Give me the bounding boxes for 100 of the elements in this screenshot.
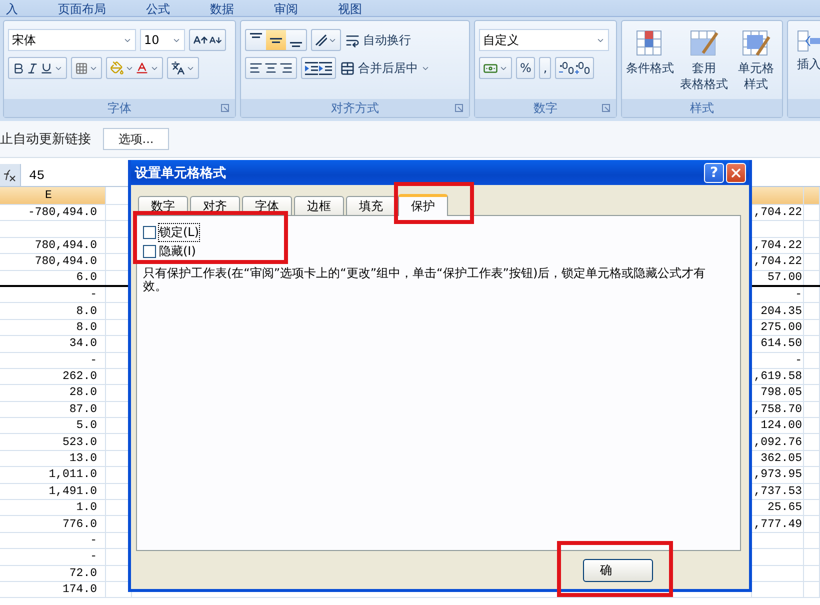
ribbon-tab[interactable]: 公式 [146, 2, 170, 16]
slanted-text-icon [315, 34, 327, 46]
paint-bucket-icon [110, 61, 124, 75]
table-cell: 362.05 [760, 452, 802, 466]
close-icon [729, 166, 743, 180]
style-button[interactable]: 套用 表格格式 [680, 29, 728, 97]
font-color-icon [135, 61, 149, 75]
style-button[interactable]: 单元格 样式 [734, 29, 778, 97]
table-cell: 262.0 [62, 370, 97, 384]
merge-cells-icon [340, 60, 355, 76]
group-label: 数字 [534, 100, 558, 116]
table-cell: 614.50 [760, 337, 802, 350]
phonetic-button[interactable] [167, 57, 199, 79]
table-cell: 34.0 [69, 337, 97, 350]
checkbox-label[interactable]: 锁定(L) [159, 224, 200, 240]
table-cell: 174.0 [62, 583, 97, 596]
align-left-icon [249, 61, 263, 75]
table-cell: 8.0 [76, 304, 97, 318]
dialog-title: 设置单元格格式 [135, 164, 227, 182]
bold-icon [12, 62, 25, 74]
checkbox-label[interactable]: 隐藏(I) [159, 242, 196, 260]
table-cell: 780,494.0 [34, 238, 97, 252]
column-header[interactable]: E [0, 187, 106, 204]
font-size-select[interactable]: 10 [140, 29, 185, 51]
italic-icon [26, 62, 39, 74]
table-cell: ,619.58 [754, 370, 802, 384]
table-cell: 1,011.0 [48, 468, 97, 482]
indent-icon [319, 62, 332, 74]
font-name-select[interactable]: 宋体 [8, 29, 136, 51]
close-button[interactable] [726, 162, 746, 182]
percent-button[interactable]: % [516, 57, 536, 79]
dialog-tab[interactable]: 填充 [346, 196, 396, 215]
ribbon-tab[interactable]: 页面布局 [58, 2, 106, 16]
cell-style-icon [741, 29, 771, 59]
ribbon-tab[interactable]: 入 [6, 2, 18, 16]
table-cell: - [90, 288, 97, 302]
ribbon-tab[interactable]: 审阅 [274, 2, 298, 16]
decimal-icon [575, 62, 590, 74]
table-cell: - [795, 288, 802, 302]
table-cell: 124.00 [760, 419, 802, 432]
align-center-icon [264, 61, 278, 75]
security-message: 止自动更新链接 [0, 131, 91, 148]
table-cell: 275.00 [760, 320, 802, 334]
underline-icon [40, 62, 53, 74]
style-button[interactable]: 条件格式 [626, 29, 674, 97]
ok-button[interactable]: 确 [583, 558, 653, 582]
table-cell: 523.0 [62, 436, 97, 449]
table-cell: ,704.22 [754, 238, 802, 252]
wrap-text-button[interactable]: 自动换行 [345, 29, 411, 51]
group-label: 对齐方式 [331, 100, 379, 116]
vertical-align-button[interactable] [266, 30, 286, 50]
protection-note: 只有保护工作表(在“审阅”选项卡上的“更改”组中，单击“保护工作表”按钮)后，锁定单元格或隐藏公式才有效。 [143, 267, 707, 293]
orientation-button[interactable] [311, 29, 341, 51]
number-format-select[interactable]: 自定义 [479, 29, 609, 51]
table-cell: 204.35 [760, 304, 802, 318]
font-style-buttons[interactable] [8, 57, 67, 79]
table-cell: 6.0 [76, 271, 97, 284]
fx-icon[interactable] [0, 164, 20, 186]
table-cell: ,777.49 [754, 518, 802, 531]
table-cell: - [90, 550, 97, 564]
launcher-icon[interactable] [455, 104, 463, 112]
table-cell: 8.0 [76, 320, 97, 334]
checkbox[interactable] [143, 244, 156, 258]
table-cell: 5.0 [76, 419, 97, 432]
decimal-icon [559, 62, 574, 74]
checkbox[interactable] [143, 226, 156, 238]
launcher-icon[interactable] [602, 104, 610, 112]
table-cell: -780,494.0 [28, 206, 97, 220]
ribbon-tab[interactable]: 数据 [210, 2, 234, 16]
align-right-icon [279, 61, 293, 75]
grid-icon [75, 62, 88, 74]
merge-center-button[interactable]: 合并后居中 [340, 57, 430, 79]
currency-button[interactable] [479, 57, 512, 79]
table-cell: 13.0 [69, 452, 97, 466]
table-cell: ,973.95 [754, 468, 802, 482]
borders-button[interactable] [71, 57, 102, 79]
table-cell: ,704.22 [754, 255, 802, 268]
ribbon-tab[interactable]: 视图 [338, 2, 362, 16]
comma-button[interactable]: , [539, 57, 552, 79]
launcher-icon[interactable] [221, 104, 229, 112]
dialog-tab[interactable]: 保护 [398, 194, 448, 216]
help-button[interactable]: ? [704, 162, 724, 182]
grow-font-button[interactable] [189, 29, 226, 51]
table-cell: ,704.22 [754, 206, 802, 220]
table-cell: 780,494.0 [34, 255, 97, 268]
fill-color-button[interactable] [106, 57, 163, 79]
dialog-tab[interactable]: 边框 [294, 196, 344, 215]
wrap-text-icon [345, 32, 360, 48]
indent-icon [305, 62, 318, 74]
options-button[interactable]: 选项... [103, 128, 169, 150]
decimal-buttons[interactable] [555, 57, 594, 79]
table-cell: 1,491.0 [48, 484, 97, 498]
horizontal-align-buttons[interactable] [245, 57, 297, 79]
align-lines-icon [250, 33, 262, 38]
table-cell: 25.65 [767, 501, 802, 514]
table-cell: 1.0 [76, 501, 97, 514]
indent-buttons[interactable] [301, 57, 336, 79]
table-cell: 776.0 [62, 518, 97, 531]
align-lines-icon [270, 38, 282, 42]
table-cell: - [90, 354, 97, 367]
